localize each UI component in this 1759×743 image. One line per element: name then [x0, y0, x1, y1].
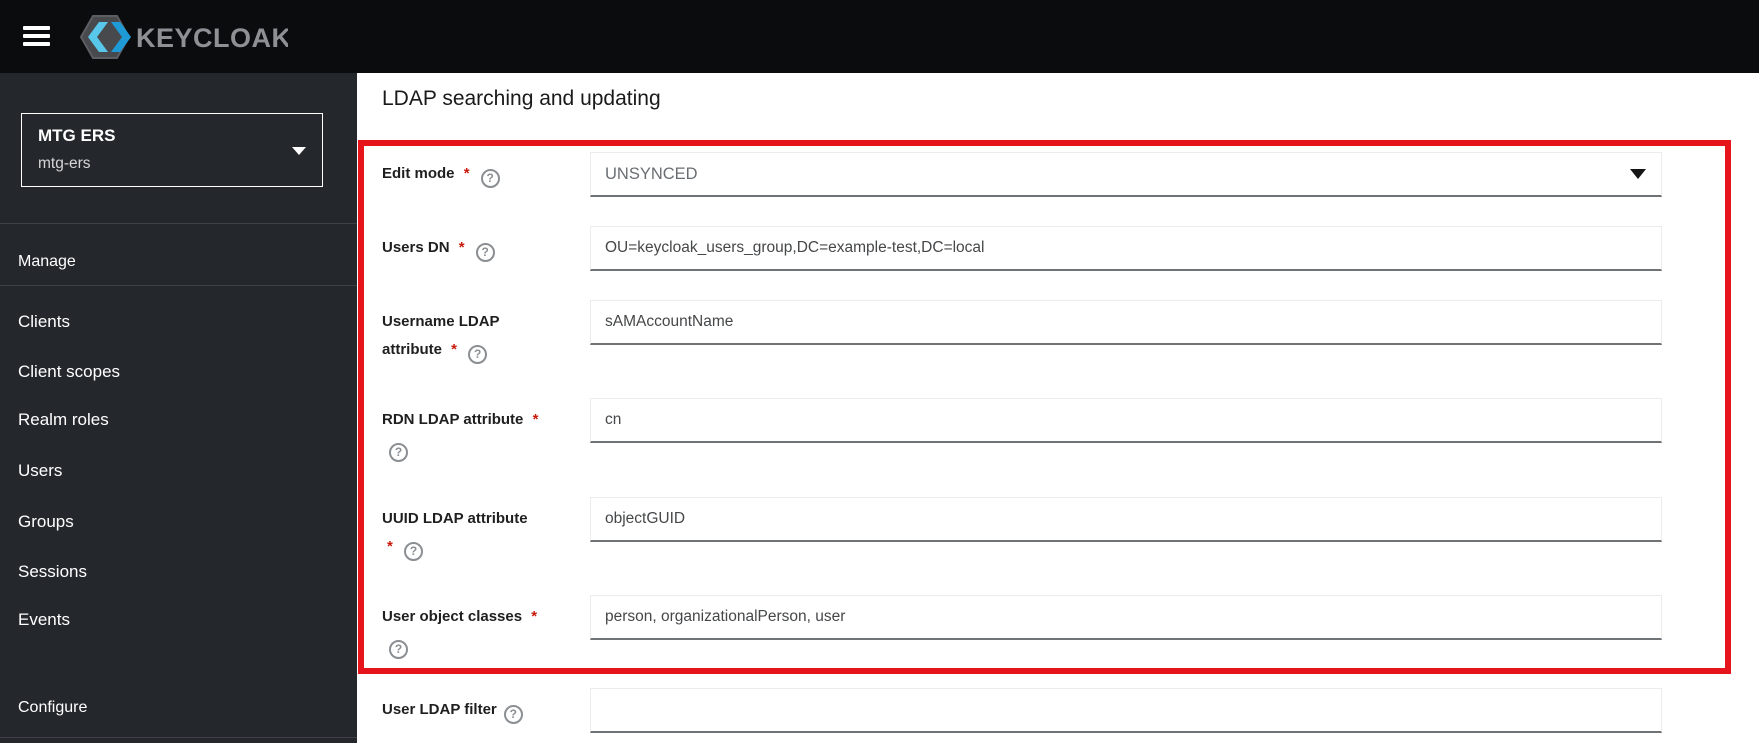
chevron-down-icon [1630, 169, 1646, 179]
page-title: LDAP searching and updating [382, 87, 661, 110]
chevron-down-icon [292, 147, 306, 155]
keycloak-logo: KEYCLOAK [79, 15, 288, 59]
required-asterisk: * [532, 411, 539, 428]
username-ldap-attribute-input[interactable] [590, 300, 1662, 345]
edit-mode-select[interactable]: UNSYNCED [590, 152, 1662, 197]
sidebar-item-client-scopes[interactable]: Client scopes [18, 361, 120, 383]
required-asterisk: * [451, 341, 458, 358]
user-ldap-filter-input[interactable] [590, 688, 1662, 733]
help-icon[interactable]: ? [475, 243, 495, 262]
top-bar: KEYCLOAK [0, 0, 1759, 73]
realm-name: MTG ERS [38, 126, 116, 145]
form-group-edit-mode: Edit mode * ? UNSYNCED [382, 152, 1662, 197]
help-icon[interactable]: ? [404, 542, 424, 561]
realm-id: mtg-ers [38, 155, 91, 172]
form-group-uuid-ldap-attribute: UUID LDAP attribute * ? [382, 497, 1662, 561]
sidebar-item-users[interactable]: Users [18, 460, 62, 482]
selected-value: UNSYNCED [605, 164, 698, 183]
keycloak-admin-console: KEYCLOAK MTG ERS mtg-ers Manage Clients … [0, 0, 1759, 743]
form-group-user-object-classes: User object classes * ? [382, 595, 1662, 659]
user-object-classes-input[interactable] [590, 595, 1662, 640]
help-icon[interactable]: ? [480, 169, 500, 188]
edit-mode-label: Edit mode * ? [382, 160, 557, 188]
sidebar-item-groups[interactable]: Groups [18, 511, 74, 533]
divider [0, 223, 357, 224]
form-group-username-ldap-attribute: Username LDAP attribute * ? [382, 300, 1662, 364]
hamburger-menu-icon[interactable] [23, 26, 50, 46]
username-ldap-attribute-label: Username LDAP attribute * ? [382, 308, 512, 364]
users-dn-label: Users DN * ? [382, 234, 557, 262]
rdn-ldap-attribute-input[interactable] [590, 398, 1662, 443]
required-asterisk: * [463, 165, 470, 182]
sidebar-item-clients[interactable]: Clients [18, 311, 70, 333]
sidebar: MTG ERS mtg-ers Manage Clients Client sc… [0, 73, 357, 743]
user-object-classes-label: User object classes * ? [382, 603, 540, 659]
required-asterisk: * [531, 608, 538, 625]
uuid-ldap-attribute-input[interactable] [590, 497, 1662, 542]
help-icon[interactable]: ? [389, 443, 408, 462]
help-icon[interactable]: ? [503, 705, 523, 724]
form-group-rdn-ldap-attribute: RDN LDAP attribute * ? [382, 398, 1662, 462]
help-icon[interactable]: ? [468, 345, 488, 364]
brand-text: KEYCLOAK [136, 23, 288, 53]
sidebar-section-manage: Manage [18, 253, 76, 270]
uuid-ldap-attribute-label: UUID LDAP attribute * ? [382, 505, 540, 561]
form-group-users-dn: Users DN * ? [382, 226, 1662, 271]
main-content: LDAP searching and updating Edit mode * … [357, 73, 1759, 743]
sidebar-item-realm-roles[interactable]: Realm roles [18, 409, 109, 431]
sidebar-item-events[interactable]: Events [18, 609, 70, 631]
form-group-user-ldap-filter: User LDAP filter? [382, 688, 1662, 733]
realm-selector[interactable]: MTG ERS mtg-ers [21, 113, 323, 187]
required-asterisk: * [458, 239, 465, 256]
divider [0, 737, 357, 738]
sidebar-item-sessions[interactable]: Sessions [18, 561, 87, 583]
user-ldap-filter-label: User LDAP filter? [382, 696, 557, 724]
divider [0, 285, 357, 286]
required-asterisk: * [387, 538, 393, 555]
help-icon[interactable]: ? [389, 640, 408, 659]
sidebar-section-configure: Configure [18, 699, 88, 716]
rdn-ldap-attribute-label: RDN LDAP attribute * ? [382, 406, 560, 462]
users-dn-input[interactable] [590, 226, 1662, 271]
